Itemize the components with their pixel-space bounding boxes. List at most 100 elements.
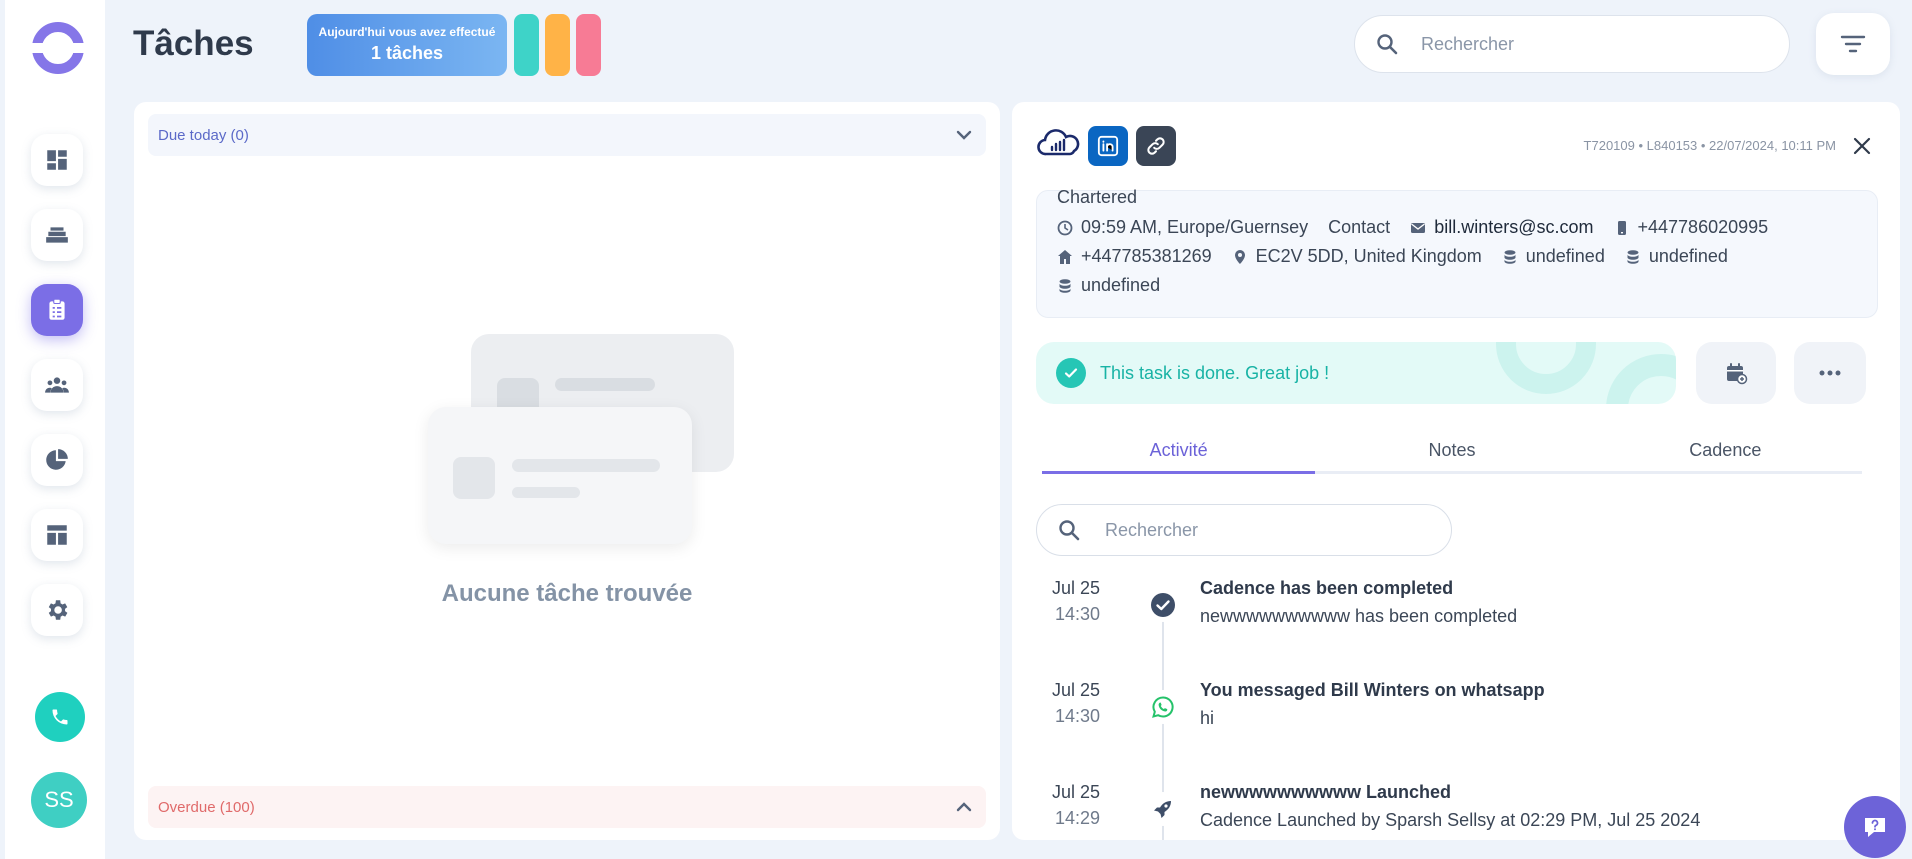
help-chat-button[interactable] <box>1844 796 1906 858</box>
linkedin-button[interactable] <box>1088 126 1128 166</box>
status-bar-orange[interactable] <box>545 14 570 76</box>
activity-title: newwwwwwwwww Launched <box>1200 782 1452 802</box>
pie-chart-icon <box>46 449 68 470</box>
task-done-message: This task is done. Great job ! <box>1100 362 1330 383</box>
link-button[interactable] <box>1136 126 1176 166</box>
phone-icon <box>52 709 68 725</box>
tab-notes[interactable]: Notes <box>1315 430 1588 471</box>
search-input[interactable]: Rechercher <box>1354 15 1790 73</box>
activity-title: Cadence has been completed <box>1200 578 1454 598</box>
app-logo[interactable] <box>28 22 88 74</box>
link-icon <box>1147 137 1165 155</box>
search-placeholder: Rechercher <box>1421 33 1515 54</box>
check-icon <box>1146 588 1180 622</box>
email-link[interactable]: bill.winters@sc.com <box>1434 217 1593 238</box>
activity-search-placeholder: Rechercher <box>1105 519 1199 540</box>
more-horizontal-icon <box>1819 370 1841 376</box>
activity-item[interactable]: Jul 25 14:29 newwwwwwwwww Launched Caden… <box>1036 782 1876 840</box>
more-options-button[interactable] <box>1794 342 1866 404</box>
activity-time: 14:29 <box>1054 808 1100 828</box>
salesforce-cloud-icon[interactable] <box>1036 126 1080 162</box>
location-text: EC2V 5DD, United Kingdom <box>1255 246 1482 266</box>
activity-description: newwwwwwwwww has been completed <box>1200 606 1518 626</box>
search-icon <box>1377 34 1398 55</box>
mobile-number[interactable]: +447786020995 <box>1638 217 1769 238</box>
chat-question-icon <box>1865 818 1885 837</box>
sidebar-item-settings[interactable] <box>31 584 83 636</box>
sidebar-item-people[interactable] <box>31 359 83 411</box>
custom-field-1: undefined <box>1525 246 1605 266</box>
database-icon <box>1627 249 1639 264</box>
activity-date: Jul 25 <box>1051 782 1100 802</box>
page-title: Tâches <box>133 24 254 63</box>
user-avatar[interactable]: SS <box>31 772 87 828</box>
database-icon <box>1059 278 1071 293</box>
activity-item[interactable]: Jul 25 14:30 You messaged Bill Winters o… <box>1036 680 1876 770</box>
chevron-up-icon[interactable] <box>956 802 972 812</box>
close-button[interactable] <box>1848 132 1876 160</box>
sidebar-item-layers[interactable] <box>31 209 83 261</box>
location-pin-icon <box>1234 249 1245 264</box>
activity-date: Jul 25 <box>1051 578 1100 598</box>
sidebar-item-templates[interactable] <box>31 509 83 561</box>
due-today-section[interactable]: Due today (0) <box>148 114 986 156</box>
activity-description: hi <box>1200 708 1215 728</box>
lead-info-card: Chartered 09:59 AM, Europe/Guernsey Cont… <box>1036 187 1878 318</box>
reschedule-button[interactable] <box>1696 342 1776 404</box>
linkedin-icon <box>1097 135 1119 157</box>
extra-row: undefined <box>1057 275 1180 296</box>
tab-cadence[interactable]: Cadence <box>1589 430 1862 471</box>
chevron-down-icon[interactable] <box>956 130 972 140</box>
empty-illustration-front-card <box>428 407 692 544</box>
sidebar-item-dashboard[interactable] <box>31 134 83 186</box>
address-row: +447785381269 EC2V 5DD, United Kingdom u… <box>1057 246 1748 267</box>
calendar-add-icon <box>1727 363 1748 385</box>
overdue-label: Overdue (100) <box>158 798 255 816</box>
email-icon <box>1411 222 1426 233</box>
home-icon <box>1058 249 1072 264</box>
task-meta-info: T720109 • L840153 • 22/07/2024, 10:11 PM <box>1583 138 1836 153</box>
task-list-panel: Due today (0) Aucune tâche trouvée Overd… <box>134 102 1000 840</box>
gear-icon <box>48 600 68 620</box>
today-summary-badge: Aujourd'hui vous avez effectué 1 tâches <box>307 14 507 76</box>
sidebar: SS <box>5 0 105 859</box>
contact-label: Contact <box>1328 217 1391 237</box>
timezone-text: 09:59 AM, Europe/Guernsey <box>1081 217 1309 237</box>
activity-time: 14:30 <box>1054 706 1100 726</box>
activity-time: 14:30 <box>1054 604 1100 624</box>
custom-field-3: undefined <box>1081 275 1161 295</box>
mobile-phone-icon <box>1617 220 1626 235</box>
task-done-banner: This task is done. Great job ! <box>1036 342 1676 404</box>
activity-search-input[interactable]: Rechercher <box>1036 504 1452 556</box>
sidebar-item-reports[interactable] <box>31 434 83 486</box>
status-bar-teal[interactable] <box>514 14 539 76</box>
sidebar-item-tasks[interactable] <box>31 284 83 336</box>
whatsapp-icon <box>1146 690 1180 724</box>
activity-date: Jul 25 <box>1051 680 1100 700</box>
database-icon <box>1504 249 1516 264</box>
status-bar-pink[interactable] <box>576 14 601 76</box>
rocket-icon <box>1146 792 1180 826</box>
tab-activity[interactable]: Activité <box>1042 430 1316 474</box>
company-row: Chartered <box>1057 187 1137 208</box>
today-summary-count: 1 tâches <box>370 43 444 63</box>
filter-button[interactable] <box>1816 13 1890 75</box>
home-phone[interactable]: +447785381269 <box>1081 246 1212 267</box>
filter-icon <box>1840 35 1866 53</box>
due-today-label: Due today (0) <box>158 126 249 144</box>
tasks-icon <box>49 298 65 320</box>
search-icon <box>1059 520 1080 541</box>
today-summary-caption: Aujourd'hui vous avez effectué <box>318 25 496 39</box>
detail-tabs: Activité Notes Cadence <box>1042 430 1862 474</box>
close-icon <box>1853 137 1871 155</box>
people-icon <box>45 377 69 393</box>
timezone-globe-icon <box>1057 220 1073 235</box>
activity-item[interactable]: Jul 25 14:30 Cadence has been completed … <box>1036 578 1876 668</box>
overdue-section[interactable]: Overdue (100) <box>148 786 986 828</box>
activity-description: Cadence Launched by Sparsh Sellsy at 02:… <box>1200 810 1701 830</box>
call-button[interactable] <box>35 692 85 742</box>
task-detail-panel: T720109 • L840153 • 22/07/2024, 10:11 PM… <box>1012 102 1900 840</box>
dashboard-icon <box>47 150 67 170</box>
contact-row: 09:59 AM, Europe/Guernsey Contact bill.w… <box>1057 217 1788 238</box>
template-icon <box>47 525 67 545</box>
